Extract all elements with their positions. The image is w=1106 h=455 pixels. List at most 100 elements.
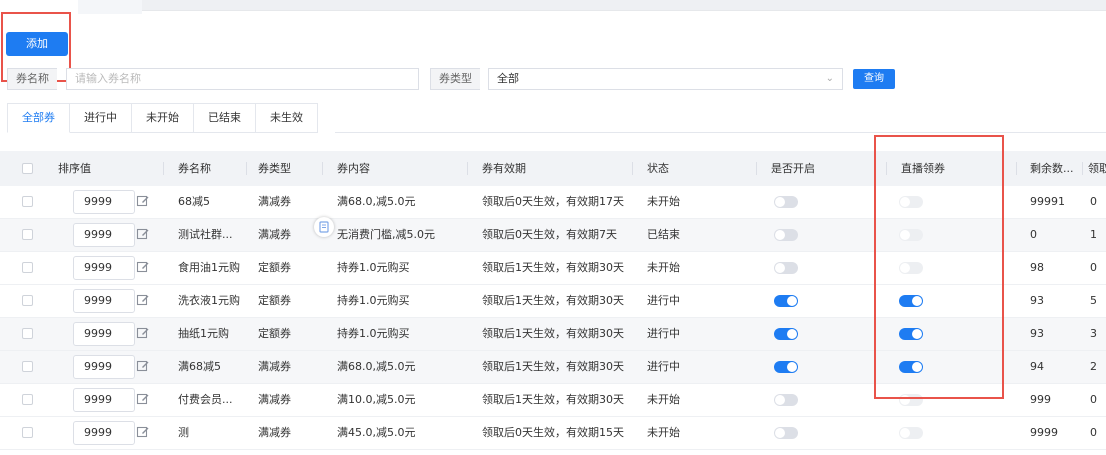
- coupon-type: 满减券: [258, 195, 291, 208]
- enabled-toggle[interactable]: [774, 427, 798, 439]
- remaining-count: 0: [1030, 228, 1037, 241]
- header-sort: 排序值: [58, 162, 91, 175]
- claimed-count: 5: [1090, 294, 1097, 307]
- coupon-validity: 领取后1天生效，有效期30天: [482, 360, 624, 373]
- enabled-toggle[interactable]: [774, 262, 798, 274]
- table-header: 排序值 券名称 券类型 券内容 券有效期 状态 是否开启 直播领券 剩余数...…: [0, 151, 1106, 186]
- live-coupon-toggle[interactable]: [899, 295, 923, 307]
- claimed-count: 2: [1090, 360, 1097, 373]
- header-separator: [163, 162, 164, 175]
- coupon-name: 抽纸1元购: [178, 327, 229, 340]
- query-button[interactable]: 查询: [853, 69, 895, 89]
- coupon-type: 定额券: [258, 261, 291, 274]
- coupon-validity: 领取后0天生效，有效期7天: [482, 228, 617, 241]
- enabled-toggle[interactable]: [774, 229, 798, 241]
- header-separator: [632, 162, 633, 175]
- tabs-divider: [335, 132, 1106, 133]
- tab-not-effective[interactable]: 未生效: [256, 103, 318, 133]
- table-row: 9999 食用油1元购 定额券 持券1.0元购买 领取后1天生效，有效期30天 未开始 98…: [0, 252, 1106, 285]
- edit-icon[interactable]: [136, 194, 150, 208]
- tab-in-progress[interactable]: 进行中: [70, 103, 132, 133]
- sort-value-input[interactable]: 9999: [73, 388, 135, 412]
- sort-value-input[interactable]: 9999: [73, 223, 135, 247]
- coupon-type: 定额券: [258, 327, 291, 340]
- sort-value-input[interactable]: 9999: [73, 355, 135, 379]
- claimed-count: 3: [1090, 327, 1097, 340]
- row-checkbox[interactable]: [22, 262, 33, 273]
- coupon-type: 定额券: [258, 294, 291, 307]
- enabled-toggle[interactable]: [774, 394, 798, 406]
- sort-value-input[interactable]: 9999: [73, 289, 135, 313]
- header-separator: [246, 162, 247, 175]
- row-checkbox[interactable]: [22, 328, 33, 339]
- live-coupon-toggle[interactable]: [899, 229, 923, 241]
- edit-icon[interactable]: [136, 359, 150, 373]
- claimed-count: 1: [1090, 228, 1097, 241]
- live-coupon-toggle[interactable]: [899, 394, 923, 406]
- page-tab-stub[interactable]: [78, 0, 142, 14]
- remaining-count: 98: [1030, 261, 1044, 274]
- coupon-status: 已结束: [647, 228, 680, 241]
- enabled-toggle[interactable]: [774, 328, 798, 340]
- remaining-count: 93: [1030, 294, 1044, 307]
- row-checkbox[interactable]: [22, 196, 33, 207]
- edit-icon[interactable]: [136, 293, 150, 307]
- coupon-status: 进行中: [647, 294, 680, 307]
- coupon-content: 持券1.0元购买: [337, 327, 410, 340]
- header-live: 直播领券: [901, 162, 945, 175]
- coupon-content: 持券1.0元购买: [337, 294, 410, 307]
- remaining-count: 93: [1030, 327, 1044, 340]
- enabled-toggle[interactable]: [774, 196, 798, 208]
- add-button[interactable]: 添加: [6, 32, 68, 56]
- coupon-name-input[interactable]: 请输入券名称: [66, 68, 419, 90]
- coupon-type-value: 全部: [497, 72, 519, 85]
- edit-icon[interactable]: [136, 260, 150, 274]
- sort-value-input[interactable]: 9999: [73, 421, 135, 445]
- header-separator: [467, 162, 468, 175]
- tab-ended[interactable]: 已结束: [194, 103, 256, 133]
- header-status: 状态: [647, 162, 669, 175]
- coupon-content: 满45.0,减5.0元: [337, 426, 416, 439]
- tab-not-started[interactable]: 未开始: [132, 103, 194, 133]
- table-row: 9999 测试社群... 满减券 无消费门槛,减5.0元 领取后0天生效，有效期7天 已结…: [0, 219, 1106, 252]
- header-separator: [1082, 162, 1083, 175]
- coupon-type-select[interactable]: 全部 ⌄: [488, 68, 843, 90]
- tab-all[interactable]: 全部券: [7, 103, 70, 133]
- remaining-count: 99991: [1030, 195, 1065, 208]
- floating-document-button[interactable]: [314, 217, 334, 237]
- status-tabs: 全部券 进行中 未开始 已结束 未生效: [7, 103, 318, 133]
- live-coupon-toggle[interactable]: [899, 196, 923, 208]
- edit-icon[interactable]: [136, 227, 150, 241]
- coupon-status: 未开始: [647, 261, 680, 274]
- select-all-checkbox[interactable]: [22, 163, 33, 174]
- live-coupon-toggle[interactable]: [899, 262, 923, 274]
- live-coupon-toggle[interactable]: [899, 328, 923, 340]
- row-checkbox[interactable]: [22, 229, 33, 240]
- header-name: 券名称: [178, 162, 211, 175]
- header-remaining: 剩余数...: [1030, 162, 1074, 175]
- edit-icon[interactable]: [136, 392, 150, 406]
- chevron-down-icon: ⌄: [825, 73, 834, 84]
- edit-icon[interactable]: [136, 425, 150, 439]
- coupon-type: 满减券: [258, 393, 291, 406]
- table-row: 9999 测 满减券 满45.0,减5.0元 领取后0天生效，有效期15天 未开始 9999…: [0, 417, 1106, 450]
- sort-value-input[interactable]: 9999: [73, 322, 135, 346]
- sort-value-input[interactable]: 9999: [73, 190, 135, 214]
- coupon-name: 满68减5: [178, 360, 221, 373]
- coupon-name: 付费会员...: [178, 393, 233, 406]
- coupon-status: 进行中: [647, 327, 680, 340]
- live-coupon-toggle[interactable]: [899, 361, 923, 373]
- row-checkbox[interactable]: [22, 295, 33, 306]
- enabled-toggle[interactable]: [774, 295, 798, 307]
- edit-icon[interactable]: [136, 326, 150, 340]
- coupon-type-label: 券类型: [430, 68, 480, 90]
- coupon-name: 食用油1元购: [178, 261, 240, 274]
- row-checkbox[interactable]: [22, 427, 33, 438]
- coupon-validity: 领取后1天生效，有效期30天: [482, 327, 624, 340]
- row-checkbox[interactable]: [22, 361, 33, 372]
- sort-value-input[interactable]: 9999: [73, 256, 135, 280]
- row-checkbox[interactable]: [22, 394, 33, 405]
- coupon-validity: 领取后1天生效，有效期30天: [482, 294, 624, 307]
- live-coupon-toggle[interactable]: [899, 427, 923, 439]
- enabled-toggle[interactable]: [774, 361, 798, 373]
